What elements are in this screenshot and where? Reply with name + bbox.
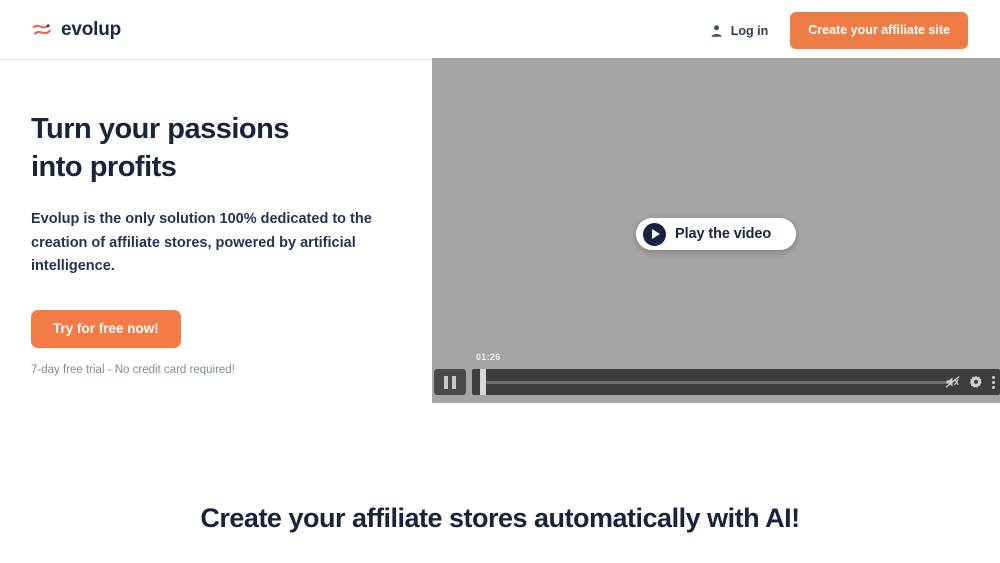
create-affiliate-site-button[interactable]: Create your affiliate site xyxy=(790,12,968,49)
more-vertical-dots-icon[interactable] xyxy=(992,375,996,389)
evolup-swoosh-logo-icon xyxy=(31,19,53,41)
play-the-video-button[interactable]: Play the video xyxy=(636,218,796,250)
play-triangle-icon xyxy=(643,222,666,246)
video-timestamp: 01:26 xyxy=(476,352,501,362)
login-link[interactable]: Log in xyxy=(710,23,769,38)
progress-handle[interactable] xyxy=(480,369,486,395)
hero-content: Turn your passions into profits Evolup i… xyxy=(31,110,411,376)
page-title: Turn your passions into profits xyxy=(31,113,289,183)
progress-track xyxy=(486,380,948,384)
video-control-bar: 01:26 xyxy=(432,352,1000,403)
section-heading: Create your affiliate stores automatical… xyxy=(200,503,800,533)
login-label: Log in xyxy=(730,23,769,38)
brand-logo[interactable]: evolup xyxy=(31,19,121,41)
control-icon-group xyxy=(945,369,996,395)
hero-subtitle: Evolup is the only solution 100% dedicat… xyxy=(31,211,372,274)
try-for-free-button[interactable]: Try for free now! xyxy=(31,309,181,348)
speaker-muted-icon[interactable] xyxy=(945,375,960,389)
video-progress-scrubber[interactable]: 01:26 xyxy=(472,352,1000,395)
gear-settings-icon[interactable] xyxy=(969,375,983,389)
landing-page: evolup Log in Create your affiliate site… xyxy=(0,0,1000,563)
trial-fineprint: 7-day free trial - No credit card requir… xyxy=(31,363,235,376)
pause-icon[interactable] xyxy=(434,369,466,395)
header-actions: Log in Create your affiliate site xyxy=(710,12,968,49)
video-player[interactable]: Play the video 01:26 xyxy=(432,58,1000,403)
play-video-label: Play the video xyxy=(675,226,772,242)
site-header: evolup Log in Create your affiliate site xyxy=(0,0,1000,60)
user-person-icon xyxy=(710,24,723,38)
brand-name: evolup xyxy=(61,19,122,40)
